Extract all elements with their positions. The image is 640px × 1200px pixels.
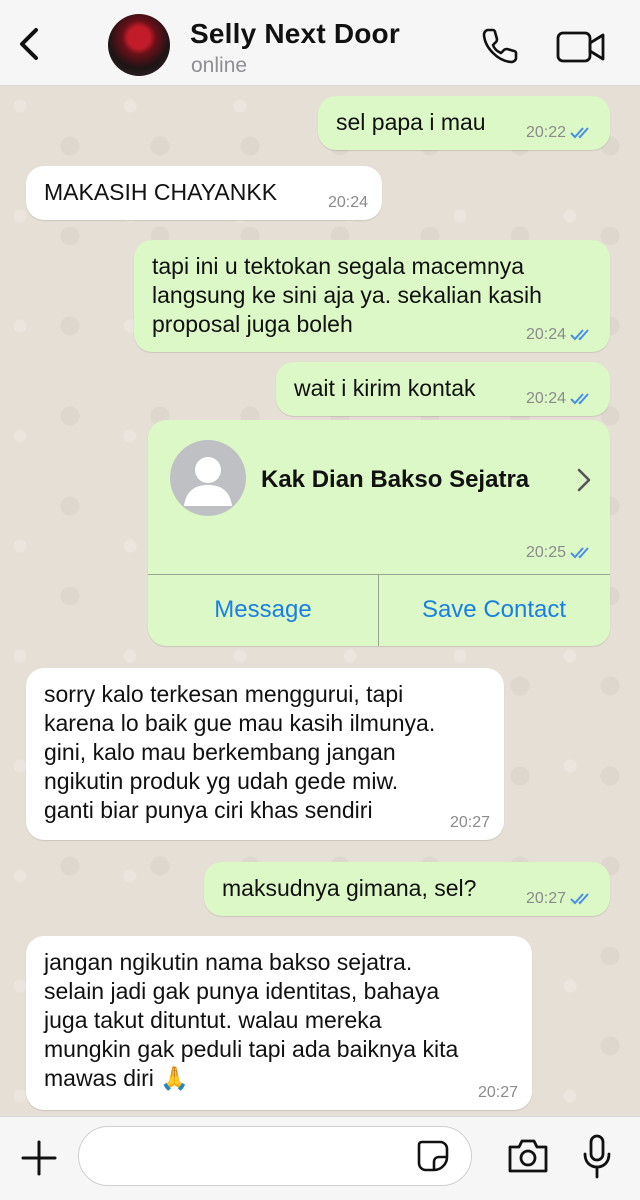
message-text: jangan ngikutin nama bakso sejatra. sela… [44, 949, 459, 1091]
contact-name[interactable]: Selly Next Door [190, 18, 400, 50]
contact-status: online [191, 54, 248, 77]
message-time: 20:24 [525, 326, 566, 343]
sticker-icon [417, 1140, 449, 1172]
double-check-icon [570, 547, 589, 559]
message-meta: 20:27 [526, 890, 596, 908]
chat-header: Selly Next Door online [0, 0, 640, 86]
double-check-icon [570, 127, 589, 139]
camera-icon [508, 1139, 548, 1173]
message-meta: 20:24 [328, 194, 368, 212]
outgoing-message[interactable]: sel papa i mau 20:22 [318, 96, 610, 150]
save-contact-button[interactable]: Save Contact [379, 574, 609, 646]
contact-card-avatar [170, 440, 246, 516]
message-text: sorry kalo terkesan menggurui, tapi kare… [44, 681, 436, 823]
voice-call-button[interactable] [480, 26, 520, 66]
message-time: 20:25 [525, 544, 566, 561]
message-meta: 20:22 [526, 124, 596, 142]
double-check-icon [570, 893, 589, 905]
outgoing-message[interactable]: wait i kirim kontak 20:24 [276, 362, 610, 416]
camera-button[interactable] [506, 1137, 550, 1175]
composer-bar [0, 1116, 640, 1200]
message-contact-button[interactable]: Message [148, 574, 378, 646]
incoming-message[interactable]: sorry kalo terkesan menggurui, tapi kare… [26, 668, 504, 840]
message-meta: 20:27 [478, 1084, 518, 1102]
message-text: MAKASIH CHAYANKK [44, 179, 278, 205]
message-text: tapi ini u tektokan segala macemnya lang… [152, 253, 542, 337]
outgoing-message[interactable]: maksudnya gimana, sel? 20:27 [204, 862, 610, 916]
sticker-button[interactable] [416, 1139, 450, 1173]
message-meta: 20:27 [450, 814, 490, 832]
incoming-message[interactable]: jangan ngikutin nama bakso sejatra. sela… [26, 936, 532, 1110]
message-text: wait i kirim kontak [294, 375, 476, 401]
chevron-left-icon [20, 28, 38, 60]
message-time: 20:27 [525, 890, 566, 907]
message-meta: 20:25 [526, 544, 596, 562]
video-camera-icon [556, 31, 605, 63]
message-time: 20:24 [525, 390, 566, 407]
back-button[interactable] [12, 22, 48, 66]
incoming-message[interactable]: MAKASIH CHAYANKK 20:24 [26, 166, 382, 220]
outgoing-message[interactable]: tapi ini u tektokan segala macemnya lang… [134, 240, 610, 352]
message-time: 20:24 [327, 194, 368, 211]
chevron-right-icon[interactable] [575, 466, 593, 494]
message-time: 20:27 [477, 1084, 518, 1101]
contact-card-message[interactable]: Kak Dian Bakso Sejatra 20:25 Message Sav… [148, 420, 610, 646]
person-placeholder-icon [184, 457, 232, 506]
attach-button[interactable] [20, 1139, 58, 1177]
contact-card-name[interactable]: Kak Dian Bakso Sejatra [261, 466, 529, 494]
message-input[interactable] [78, 1126, 472, 1186]
plus-icon [21, 1140, 57, 1176]
message-text: sel papa i mau [336, 109, 486, 135]
message-text: maksudnya gimana, sel? [222, 875, 477, 901]
message-meta: 20:24 [526, 390, 596, 408]
message-time: 20:22 [525, 124, 566, 141]
message-list[interactable]: sel papa i mau 20:22 MAKASIH CHAYANKK 20… [0, 86, 640, 1116]
phone-icon [482, 28, 518, 64]
contact-avatar[interactable] [108, 14, 170, 76]
message-meta: 20:24 [526, 326, 596, 344]
message-time: 20:27 [449, 814, 490, 831]
voice-record-button[interactable] [582, 1133, 612, 1181]
microphone-icon [583, 1134, 611, 1179]
video-call-button[interactable] [556, 30, 606, 64]
double-check-icon [570, 393, 589, 405]
double-check-icon [570, 329, 589, 341]
